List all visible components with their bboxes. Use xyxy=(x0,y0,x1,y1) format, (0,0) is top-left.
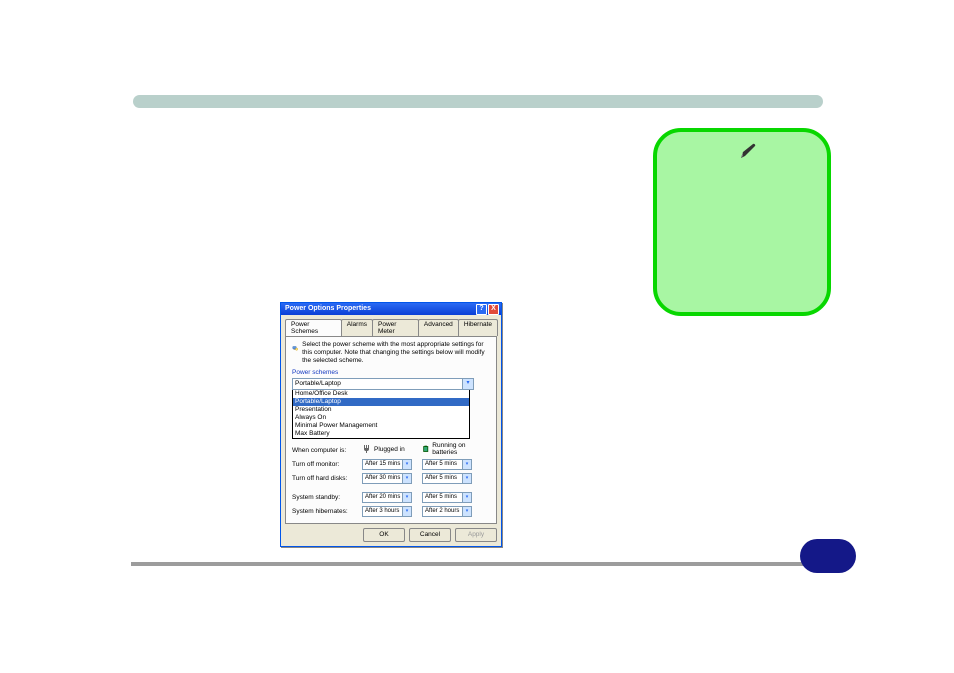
chevron-down-icon: ▾ xyxy=(402,460,411,469)
header-pill xyxy=(133,95,823,108)
scheme-option[interactable]: Minimal Power Management xyxy=(293,422,469,430)
col-plugged: Plugged in xyxy=(374,446,405,453)
chevron-down-icon: ▾ xyxy=(402,507,411,516)
tab-hibernate[interactable]: Hibernate xyxy=(458,319,498,336)
combo-value: After 2 hours xyxy=(425,508,459,514)
battery-icon xyxy=(422,444,430,454)
apply-button[interactable]: Apply xyxy=(455,528,497,542)
chevron-down-icon: ▾ xyxy=(402,474,411,483)
tab-alarms[interactable]: Alarms xyxy=(341,319,373,336)
ok-button[interactable]: OK xyxy=(363,528,405,542)
tab-power-meter[interactable]: Power Meter xyxy=(372,319,419,336)
row-monitor: Turn off monitor: After 15 mins▾ After 5… xyxy=(292,459,490,470)
dialog-button-row: OK Cancel Apply xyxy=(285,528,497,542)
combo-value: After 5 mins xyxy=(425,475,457,481)
hibernate-plugged-combo[interactable]: After 3 hours▾ xyxy=(362,506,412,517)
chevron-down-icon: ▾ xyxy=(462,493,471,502)
row-standby: System standby: After 20 mins▾ After 5 m… xyxy=(292,492,490,503)
power-options-dialog: Power Options Properties ? X Power Schem… xyxy=(280,302,502,547)
scheme-combo-value: Portable/Laptop xyxy=(295,380,341,387)
chevron-down-icon: ▾ xyxy=(402,493,411,502)
standby-battery-combo[interactable]: After 5 mins ▾ xyxy=(422,492,472,503)
page-number-pill xyxy=(800,539,856,573)
combo-value: After 15 mins xyxy=(365,461,400,467)
scheme-option[interactable]: Presentation xyxy=(293,406,469,414)
row-label: Turn off monitor: xyxy=(292,461,362,468)
sticky-note xyxy=(653,128,831,316)
hd-battery-combo[interactable]: After 5 mins ▾ xyxy=(422,473,472,484)
combo-value: After 5 mins xyxy=(425,494,457,500)
description-text: Select the power scheme with the most ap… xyxy=(302,341,490,365)
when-computer-is-label: When computer is: xyxy=(292,447,362,454)
close-button[interactable]: X xyxy=(488,304,499,315)
monitor-battery-combo[interactable]: After 5 mins ▾ xyxy=(422,459,472,470)
row-hard-disks: Turn off hard disks: After 30 mins▾ Afte… xyxy=(292,473,490,484)
chevron-down-icon: ▾ xyxy=(462,474,471,483)
tab-power-schemes[interactable]: Power Schemes xyxy=(285,319,342,336)
row-label: System hibernates: xyxy=(292,508,362,515)
power-schemes-label: Power schemes xyxy=(292,369,490,376)
col-battery: Running on batteries xyxy=(432,442,482,456)
combo-value: After 3 hours xyxy=(365,508,399,514)
combo-value: After 20 mins xyxy=(365,494,400,500)
hd-plugged-combo[interactable]: After 30 mins▾ xyxy=(362,473,412,484)
standby-plugged-combo[interactable]: After 20 mins▾ xyxy=(362,492,412,503)
tabstrip: Power Schemes Alarms Power Meter Advance… xyxy=(285,319,497,336)
hibernate-battery-combo[interactable]: After 2 hours▾ xyxy=(422,506,472,517)
power-scheme-icon xyxy=(292,341,298,355)
scheme-listbox[interactable]: Home/Office Desk Portable/Laptop Present… xyxy=(292,389,470,439)
cancel-button[interactable]: Cancel xyxy=(409,528,451,542)
dialog-title: Power Options Properties xyxy=(285,305,371,312)
scheme-option[interactable]: Always On xyxy=(293,414,469,422)
tab-body: Select the power scheme with the most ap… xyxy=(285,336,497,524)
pen-icon xyxy=(739,142,757,160)
combo-value: After 30 mins xyxy=(365,475,400,481)
combo-value: After 5 mins xyxy=(425,461,457,467)
scheme-option[interactable]: Max Battery xyxy=(293,430,469,438)
tab-advanced[interactable]: Advanced xyxy=(418,319,459,336)
row-label: Turn off hard disks: xyxy=(292,475,362,482)
scheme-option-selected[interactable]: Portable/Laptop xyxy=(293,398,469,406)
chevron-down-icon: ▾ xyxy=(462,379,473,389)
scheme-combo[interactable]: Portable/Laptop ▾ xyxy=(292,378,474,390)
footer-rule xyxy=(131,562,823,566)
row-hibernate: System hibernates: After 3 hours▾ After … xyxy=(292,506,490,517)
row-label: System standby: xyxy=(292,494,362,501)
chevron-down-icon: ▾ xyxy=(462,460,471,469)
scheme-option[interactable]: Home/Office Desk xyxy=(293,390,469,398)
chevron-down-icon: ▾ xyxy=(462,507,471,516)
plug-icon xyxy=(362,444,372,454)
help-button[interactable]: ? xyxy=(476,304,487,315)
monitor-plugged-combo[interactable]: After 15 mins▾ xyxy=(362,459,412,470)
dialog-titlebar[interactable]: Power Options Properties ? X xyxy=(281,303,501,315)
